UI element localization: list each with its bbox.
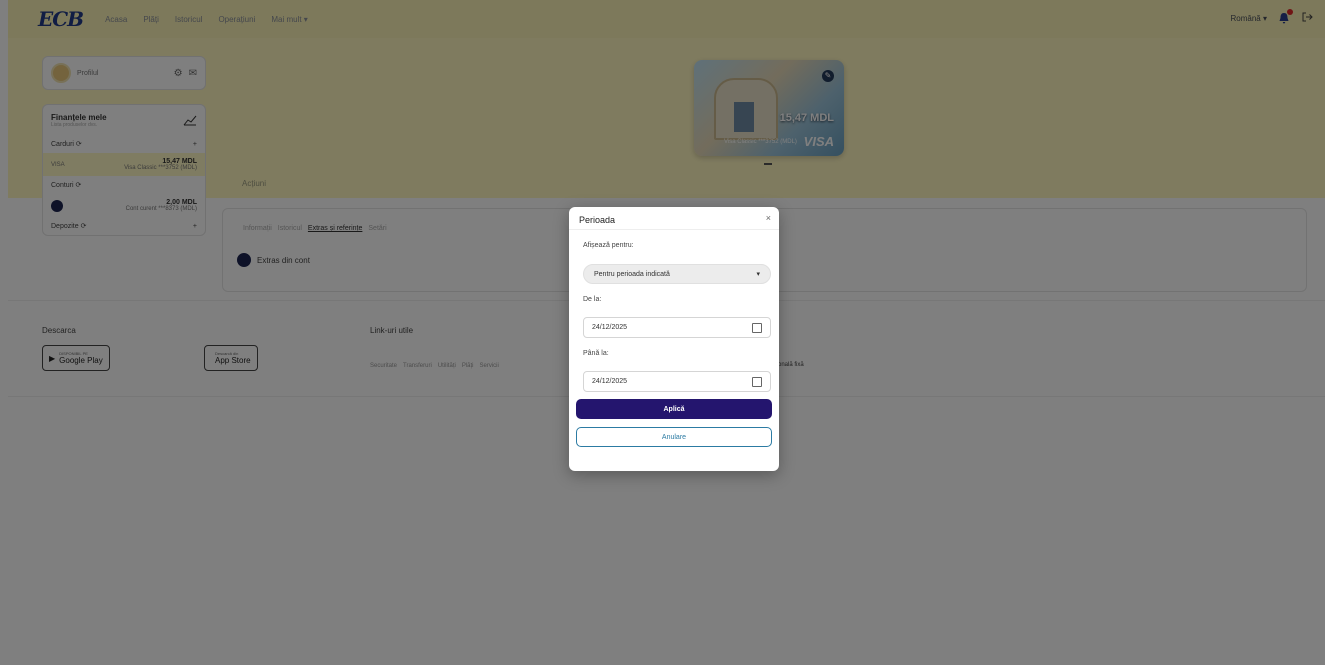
- to-label: Până la:: [583, 350, 609, 357]
- period-select[interactable]: Pentru perioada indicată ▾: [583, 264, 771, 284]
- from-date-value: 24/12/2025: [592, 324, 628, 331]
- modal-divider: [569, 229, 779, 230]
- period-modal: Perioada × Afișează pentru: Pentru perio…: [569, 207, 779, 471]
- dropdown-arrow-icon: ▾: [756, 271, 760, 278]
- show-for-label: Afișează pentru:: [583, 242, 634, 249]
- cancel-button[interactable]: Anulare: [576, 427, 772, 447]
- calendar-icon[interactable]: [752, 322, 762, 333]
- from-label: De la:: [583, 296, 602, 303]
- modal-title: Perioada: [579, 215, 616, 225]
- from-date-field[interactable]: 24/12/2025: [583, 317, 771, 338]
- to-date-value: 24/12/2025: [592, 378, 628, 385]
- period-select-value: Pentru perioada indicată: [594, 270, 670, 278]
- to-date-field[interactable]: 24/12/2025: [583, 371, 771, 392]
- apply-button[interactable]: Aplică: [576, 399, 772, 419]
- calendar-icon[interactable]: [752, 376, 762, 387]
- close-icon[interactable]: ×: [766, 213, 771, 223]
